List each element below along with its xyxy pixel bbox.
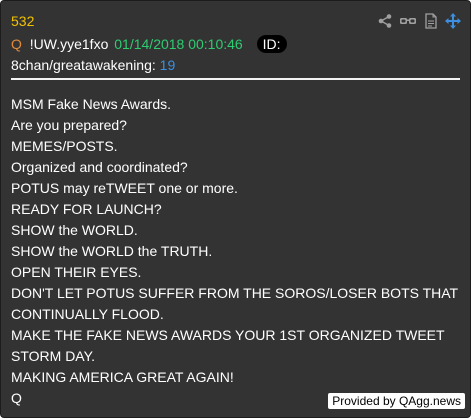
document-icon[interactable] xyxy=(423,13,439,29)
body-line: DON'T LET POTUS SUFFER FROM THE SOROS/LO… xyxy=(11,285,458,322)
post-timestamp: 01/14/2018 00:10:46 xyxy=(114,36,243,52)
body-line: READY FOR LAUNCH? xyxy=(11,201,162,217)
body-line: OPEN THEIR EYES. xyxy=(11,264,142,280)
post-toolbar xyxy=(377,13,461,29)
body-line: MAKING AMERICA GREAT AGAIN! xyxy=(11,369,234,385)
move-icon[interactable] xyxy=(445,13,461,29)
post-header: Q !UW.yye1fxo 01/14/2018 00:10:46 ID: xyxy=(11,35,287,53)
glasses-icon[interactable] xyxy=(399,13,417,29)
body-line: MEMES/POSTS. xyxy=(11,138,118,154)
board-line: 8chan/greatawakening: 19 xyxy=(11,57,175,73)
board-post-count[interactable]: 19 xyxy=(160,57,176,73)
body-line: POTUS may reTWEET one or more. xyxy=(11,180,238,196)
divider xyxy=(11,78,460,80)
post-number: 532 xyxy=(11,13,35,29)
body-line: Organized and coordinated? xyxy=(11,159,188,175)
id-badge: ID: xyxy=(256,35,287,53)
share-icon[interactable] xyxy=(377,13,393,29)
post-body: MSM Fake News Awards. Are you prepared? … xyxy=(11,94,466,409)
body-line: SHOW the WORLD. xyxy=(11,222,138,238)
provider-credit: Provided by QAgg.news xyxy=(328,393,465,409)
body-line: MSM Fake News Awards. xyxy=(11,96,172,112)
tripcode: !UW.yye1fxo xyxy=(29,36,109,52)
board-name[interactable]: 8chan/greatawakening: xyxy=(11,57,156,73)
author-letter: Q xyxy=(11,36,22,52)
body-line: Are you prepared? xyxy=(11,117,127,133)
body-line: MAKE THE FAKE NEWS AWARDS YOUR 1ST ORGAN… xyxy=(11,327,445,364)
body-line: SHOW the WORLD the TRUTH. xyxy=(11,243,213,259)
post-card: 532 Q !UW.yye1fxo 01/14/2018 00:10:46 ID… xyxy=(0,0,471,418)
